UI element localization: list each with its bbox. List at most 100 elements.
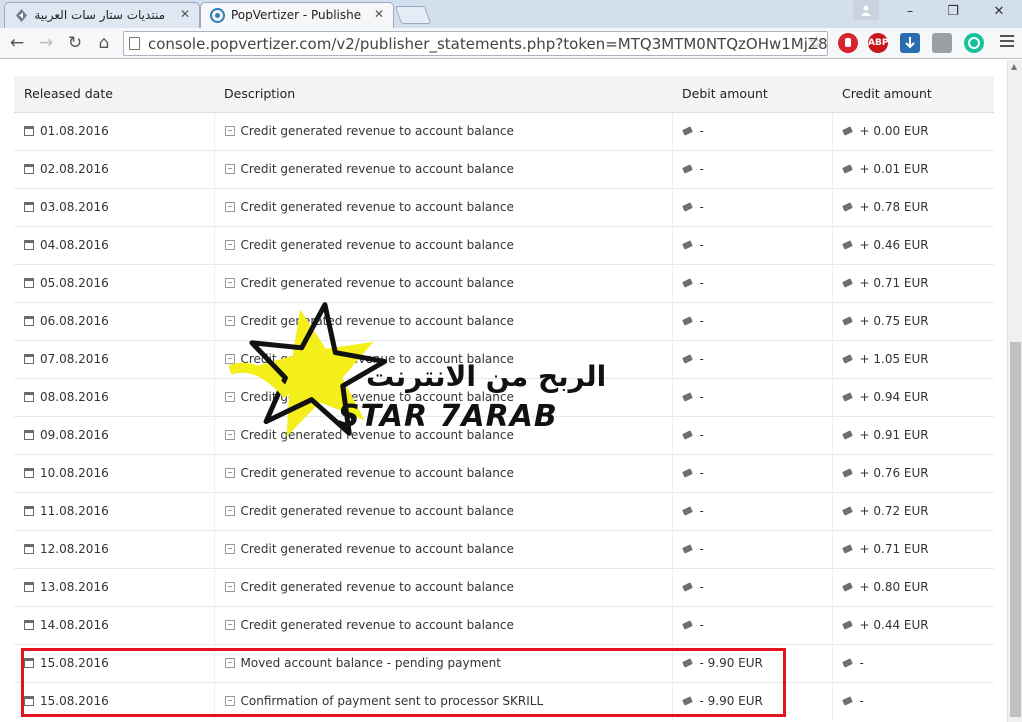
money-icon: [681, 430, 693, 440]
description-text: Credit generated revenue to account bala…: [240, 542, 514, 556]
browser-menu-button[interactable]: [1000, 35, 1014, 51]
credit-cell: + 0.00 EUR: [831, 111, 994, 150]
tab-close-icon[interactable]: ✕: [180, 7, 190, 21]
description-text: Credit generated revenue to account bala…: [240, 276, 514, 290]
calendar-icon: [24, 392, 34, 402]
back-button[interactable]: ←: [6, 32, 28, 54]
date-text: 06.08.2016: [40, 314, 109, 328]
adblock-plus-icon[interactable]: ABP: [868, 33, 888, 53]
tab-starsat-forum[interactable]: منتديات ستار سات العربية: ✕: [4, 2, 200, 28]
table-row: 02.08.2016 Credit generated revenue to ac…: [14, 149, 994, 188]
debit-text: -: [699, 618, 704, 632]
new-tab-button[interactable]: [394, 6, 432, 24]
money-icon: [681, 202, 693, 212]
credit-cell: + 1.05 EUR: [831, 339, 994, 378]
date-text: 15.08.2016: [40, 694, 109, 709]
scroll-thumb[interactable]: [1010, 342, 1021, 717]
debit-cell: -: [671, 225, 832, 264]
description-cell: Credit generated revenue to account bala…: [213, 149, 672, 188]
description-cell: Confirmation of payment sent to processo…: [213, 681, 672, 720]
user-profile-button[interactable]: [853, 0, 879, 20]
debit-cell: -: [671, 453, 832, 492]
calendar-icon: [24, 430, 34, 440]
maximize-button[interactable]: ❐: [938, 0, 968, 24]
money-icon: [841, 468, 853, 478]
calendar-icon: [24, 126, 34, 136]
date-text: 15.08.2016: [40, 656, 109, 670]
download-extension-icon[interactable]: [900, 33, 920, 53]
minimize-button[interactable]: –: [895, 0, 925, 24]
page-icon: [129, 37, 140, 50]
credit-cell: + 0.91 EUR: [831, 415, 994, 454]
document-icon: [224, 126, 235, 136]
date-cell: 01.08.2016: [14, 111, 214, 150]
money-icon: [681, 354, 693, 364]
credit-text: + 0.80 EUR: [859, 580, 929, 594]
date-cell: 02.08.2016: [14, 149, 214, 188]
calendar-icon: [24, 278, 34, 288]
bookmark-star-icon[interactable]: ☆: [809, 33, 824, 53]
description-cell: Credit generated revenue to account bala…: [213, 187, 672, 226]
credit-text: + 0.01 EUR: [859, 162, 929, 176]
debit-text: -: [699, 352, 704, 366]
document-icon: [224, 278, 235, 288]
date-text: 10.08.2016: [40, 466, 109, 480]
address-bar[interactable]: console.popvertizer.com/v2/publisher_sta…: [123, 31, 828, 56]
grammarly-icon[interactable]: [964, 33, 984, 53]
home-button[interactable]: ⌂: [93, 32, 115, 54]
date-cell: 05.08.2016: [14, 263, 214, 302]
description-text: Credit generated revenue to account bala…: [240, 238, 514, 252]
forward-button[interactable]: →: [35, 32, 57, 54]
table-row: 06.08.2016 Credit generated revenue to ac…: [14, 301, 994, 340]
date-text: 01.08.2016: [40, 124, 109, 138]
debit-text: - 9.90 EUR: [699, 656, 763, 670]
credit-text: + 0.71 EUR: [859, 276, 929, 290]
debit-cell: -: [671, 491, 832, 530]
header-released-date[interactable]: Released date: [14, 76, 214, 113]
debit-cell: - 9.90 EUR: [671, 681, 832, 720]
credit-cell: + 0.94 EUR: [831, 377, 994, 416]
tab-close-icon[interactable]: ✕: [374, 7, 384, 21]
money-icon: [841, 278, 853, 288]
debit-cell: -: [671, 301, 832, 340]
close-window-button[interactable]: ✕: [984, 0, 1014, 24]
arrow-down-icon: [905, 37, 915, 49]
header-credit-amount[interactable]: Credit amount: [832, 76, 994, 113]
reload-button[interactable]: ↻: [64, 32, 86, 54]
user-icon: [861, 5, 871, 16]
header-description[interactable]: Description: [214, 76, 672, 113]
table-row: 05.08.2016 Credit generated revenue to ac…: [14, 263, 994, 302]
table-row: 14.08.2016 Credit generated revenue to ac…: [14, 605, 994, 644]
calendar-icon: [24, 544, 34, 554]
stop-extension-icon[interactable]: [838, 33, 858, 53]
header-debit-amount[interactable]: Debit amount: [672, 76, 832, 113]
hand-icon: [845, 38, 851, 47]
debit-cell: -: [671, 529, 832, 568]
debit-cell: -: [671, 187, 832, 226]
money-icon: [681, 620, 693, 630]
tab-title: منتديات ستار سات العربية:: [35, 8, 165, 22]
money-icon: [681, 582, 693, 592]
date-text: 13.08.2016: [40, 580, 109, 594]
debit-text: -: [699, 162, 704, 176]
description-text: Confirmation of payment sent to processo…: [240, 694, 544, 709]
date-cell: 03.08.2016: [14, 187, 214, 226]
description-text: Credit generated revenue to account bala…: [240, 428, 514, 442]
credit-cell: + 0.01 EUR: [831, 149, 994, 188]
document-icon: [224, 468, 235, 478]
description-text: Credit generated revenue to account bala…: [240, 390, 514, 404]
tab-popvertizer[interactable]: PopVertizer - Publisher Co ✕: [200, 2, 394, 28]
url-text: console.popvertizer.com/v2/publisher_sta…: [148, 35, 828, 53]
money-icon: [681, 126, 693, 136]
money-icon: [681, 240, 693, 250]
scroll-up-arrow-icon[interactable]: ▲: [1011, 62, 1017, 71]
vertical-scrollbar[interactable]: ▲: [1007, 60, 1022, 722]
credit-text: + 0.44 EUR: [859, 618, 929, 632]
credit-text: -: [859, 694, 864, 709]
table-row: 15.08.2016 Confirmation of payment sent t…: [14, 681, 994, 720]
debit-text: -: [699, 390, 704, 404]
date-cell: 13.08.2016: [14, 567, 214, 606]
date-cell: 10.08.2016: [14, 453, 214, 492]
puzzle-extension-icon[interactable]: [932, 33, 952, 53]
date-cell: 12.08.2016: [14, 529, 214, 568]
